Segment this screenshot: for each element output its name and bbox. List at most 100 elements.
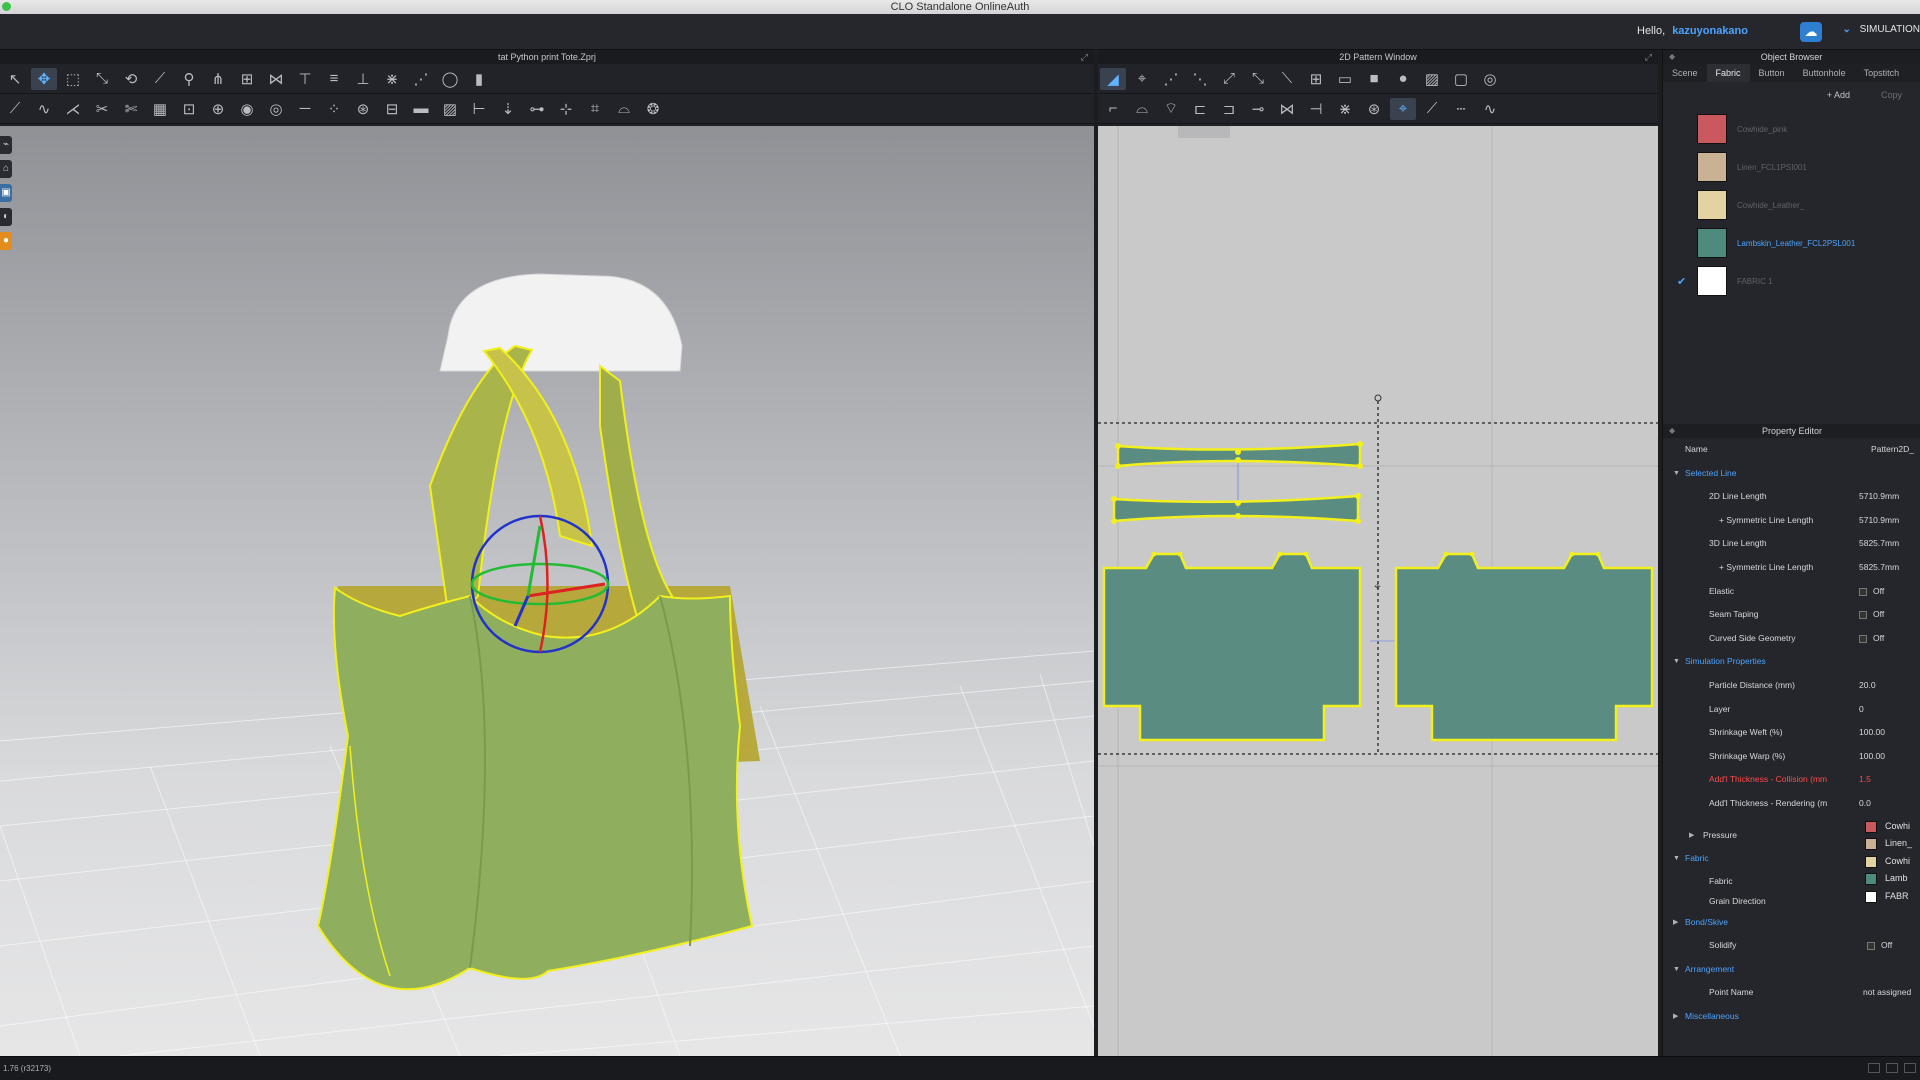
pin-icon[interactable]: ◆ bbox=[1669, 50, 1675, 64]
list-item[interactable]: ✔ FABRIC 1 bbox=[1663, 262, 1920, 300]
bag-front-panel[interactable] bbox=[1102, 552, 1362, 742]
buttonhole-tool[interactable]: ◎ bbox=[263, 98, 289, 120]
trace-tool[interactable]: ⊸ bbox=[1245, 98, 1271, 120]
section-bond-skive[interactable]: ▶ Bond/Skive bbox=[1663, 911, 1920, 935]
curved-geometry-checkbox[interactable] bbox=[1859, 634, 1867, 643]
collision-thickness-input[interactable]: 1.5 bbox=[1859, 768, 1871, 792]
username-link[interactable]: kazuyonakano bbox=[1672, 25, 1748, 37]
avatar-measure-tool[interactable]: ❂ bbox=[640, 98, 666, 120]
pin-tool[interactable]: ⚲ bbox=[176, 68, 202, 90]
internal-rect-tool[interactable]: ▢ bbox=[1448, 68, 1474, 90]
pattern-scene[interactable]: ⌖ bbox=[1098, 126, 1658, 1056]
cut-tool[interactable]: ✂ bbox=[89, 98, 115, 120]
snap-tool[interactable]: ⌗ bbox=[582, 98, 608, 120]
rectangle-tool[interactable]: ▭ bbox=[1332, 68, 1358, 90]
topstitch-2d-tool[interactable]: ┄ bbox=[1448, 98, 1474, 120]
transform-pattern-tool[interactable]: ◢ bbox=[1100, 67, 1126, 90]
avatar-display-icon[interactable]: ⌁ bbox=[0, 136, 12, 154]
pattern-canvas[interactable]: ⌖ bbox=[1098, 126, 1658, 1056]
edit-curvature-tool[interactable]: ⤡ bbox=[1245, 68, 1271, 90]
sewing-tool[interactable]: ⋇ bbox=[379, 68, 405, 90]
tab-scene[interactable]: Scene bbox=[1663, 64, 1707, 82]
scissors-tool[interactable]: ✄ bbox=[118, 98, 144, 120]
copy-fabric-button[interactable]: Copy bbox=[1881, 90, 1902, 100]
topstitch-tool[interactable]: ⁘ bbox=[321, 98, 347, 120]
render-display-icon[interactable]: ◐ bbox=[0, 208, 12, 226]
list-item[interactable]: Lambskin_Leather_FCL2PSL001 bbox=[1663, 224, 1920, 262]
texture-tool[interactable]: ▦ bbox=[147, 98, 173, 120]
lasso-tool[interactable]: ◯ bbox=[437, 68, 463, 90]
seam-taping-checkbox[interactable] bbox=[1859, 611, 1867, 620]
polygon-tool[interactable]: ⊞ bbox=[1303, 68, 1329, 90]
list-item[interactable]: Cowhide_pink bbox=[1663, 110, 1920, 148]
fold-arrangement-tool[interactable]: ⊐ bbox=[1216, 98, 1242, 120]
tab-buttonhole[interactable]: Buttonhole bbox=[1794, 64, 1855, 82]
strengthen-tool[interactable]: ⊤ bbox=[292, 68, 318, 90]
seam-tool[interactable]: ⊥ bbox=[350, 68, 376, 90]
maximize-icon[interactable]: ⤢ bbox=[1081, 50, 1088, 64]
pivot-handle[interactable]: ⌖ bbox=[1374, 579, 1381, 593]
add-point-tool[interactable]: ⋱ bbox=[1187, 68, 1213, 90]
gizmo-tool[interactable]: ⊹ bbox=[553, 98, 579, 120]
shrinkage-warp-input[interactable]: 100.00 bbox=[1859, 745, 1885, 769]
pin-icon[interactable]: ◆ bbox=[1669, 424, 1675, 438]
section-simulation-properties[interactable]: ▼ Simulation Properties bbox=[1663, 650, 1920, 674]
select-move-tool[interactable]: ↖ bbox=[2, 68, 28, 90]
edit-pattern-tool[interactable]: ⌖ bbox=[1129, 68, 1155, 90]
shrinkage-weft-input[interactable]: 100.00 bbox=[1859, 721, 1885, 745]
hanger-form[interactable] bbox=[439, 273, 683, 372]
circle-tool[interactable]: ● bbox=[1390, 68, 1416, 90]
rotate-handle[interactable] bbox=[1374, 394, 1382, 402]
name-field[interactable]: Pattern2D_ bbox=[1871, 438, 1914, 462]
solidify-checkbox[interactable] bbox=[1867, 942, 1875, 951]
puckering-2d-tool[interactable]: ∿ bbox=[1477, 98, 1503, 120]
tack-tool[interactable]: ⟋ bbox=[147, 68, 173, 90]
avatar-tool[interactable]: ⋈ bbox=[263, 68, 289, 90]
section-fabric[interactable]: ▼ Fabric bbox=[1663, 847, 1920, 871]
scale-tool[interactable]: ⤡ bbox=[89, 68, 115, 90]
segment-sewing-tool[interactable]: ⋈ bbox=[1274, 98, 1300, 120]
ruler-tool[interactable]: ▮ bbox=[466, 68, 492, 90]
tab-button[interactable]: Button bbox=[1750, 64, 1794, 82]
cloud-icon[interactable]: ☁ bbox=[1800, 22, 1822, 42]
bag-body[interactable] bbox=[316, 586, 754, 991]
simulation-icon[interactable]: ● bbox=[0, 232, 12, 250]
piping-tool[interactable]: ⊟ bbox=[379, 98, 405, 120]
free-sewing-tool[interactable]: ⊣ bbox=[1303, 98, 1329, 120]
bond-tool[interactable]: ⊢ bbox=[466, 98, 492, 120]
particle-distance-input[interactable]: 20.0 bbox=[1859, 674, 1876, 698]
pin-tack-tool[interactable]: ⇣ bbox=[495, 98, 521, 120]
split-view-icon[interactable] bbox=[1886, 1063, 1898, 1073]
layer-input[interactable]: 0 bbox=[1859, 698, 1864, 722]
section-miscellaneous[interactable]: ▶ Miscellaneous bbox=[1663, 1005, 1920, 1029]
panel-points[interactable] bbox=[1151, 551, 1601, 557]
puckering-tool[interactable]: ⊛ bbox=[350, 98, 376, 120]
elastic-checkbox[interactable] bbox=[1859, 587, 1867, 596]
measure-2d-tool[interactable]: ⟋ bbox=[1419, 98, 1445, 120]
tab-fabric[interactable]: Fabric bbox=[1706, 64, 1750, 82]
trim-tool[interactable]: ⊕ bbox=[205, 98, 231, 120]
zipper-tool[interactable]: ─ bbox=[292, 98, 318, 120]
tape-tool[interactable]: ⊶ bbox=[524, 98, 550, 120]
mode-selector[interactable]: ⌄ SIMULATION bbox=[1842, 24, 1920, 35]
list-item[interactable]: Linen_FCL1PSI001 bbox=[1663, 148, 1920, 186]
point-name-select[interactable]: not assigned bbox=[1863, 981, 1911, 1005]
add-fabric-button[interactable]: + Add bbox=[1827, 90, 1850, 100]
notch-tool[interactable]: ⊏ bbox=[1187, 98, 1213, 120]
rotate-tool[interactable]: ⟲ bbox=[118, 68, 144, 90]
seam-allowance-tool[interactable]: ⌐ bbox=[1100, 98, 1126, 120]
rendering-thickness-input[interactable]: 0.0 bbox=[1859, 792, 1871, 816]
box-select-tool[interactable]: ⬚ bbox=[60, 68, 86, 90]
3d-viewport[interactable]: ⌁ ⌂ ▣ ◐ ● bbox=[0, 126, 1094, 1056]
window-maximize-button[interactable] bbox=[2, 2, 11, 11]
cut-pattern-tool[interactable]: ⟍ bbox=[1274, 68, 1300, 90]
filled-rect-tool[interactable]: ■ bbox=[1361, 68, 1387, 90]
maximize-icon[interactable]: ⤢ bbox=[1645, 50, 1652, 64]
edit-curve-point-tool[interactable]: ⋰ bbox=[1158, 68, 1184, 90]
bag-back-pattern-panel[interactable] bbox=[1394, 552, 1654, 742]
pleat-tool[interactable]: ⌔ bbox=[1158, 98, 1184, 120]
sym-2d-value[interactable]: 5710.9mm bbox=[1859, 509, 1899, 533]
graphic-tool[interactable]: ⊡ bbox=[176, 98, 202, 120]
3d-scene[interactable] bbox=[0, 126, 1094, 1056]
transform-tool[interactable]: ✥ bbox=[31, 67, 57, 90]
